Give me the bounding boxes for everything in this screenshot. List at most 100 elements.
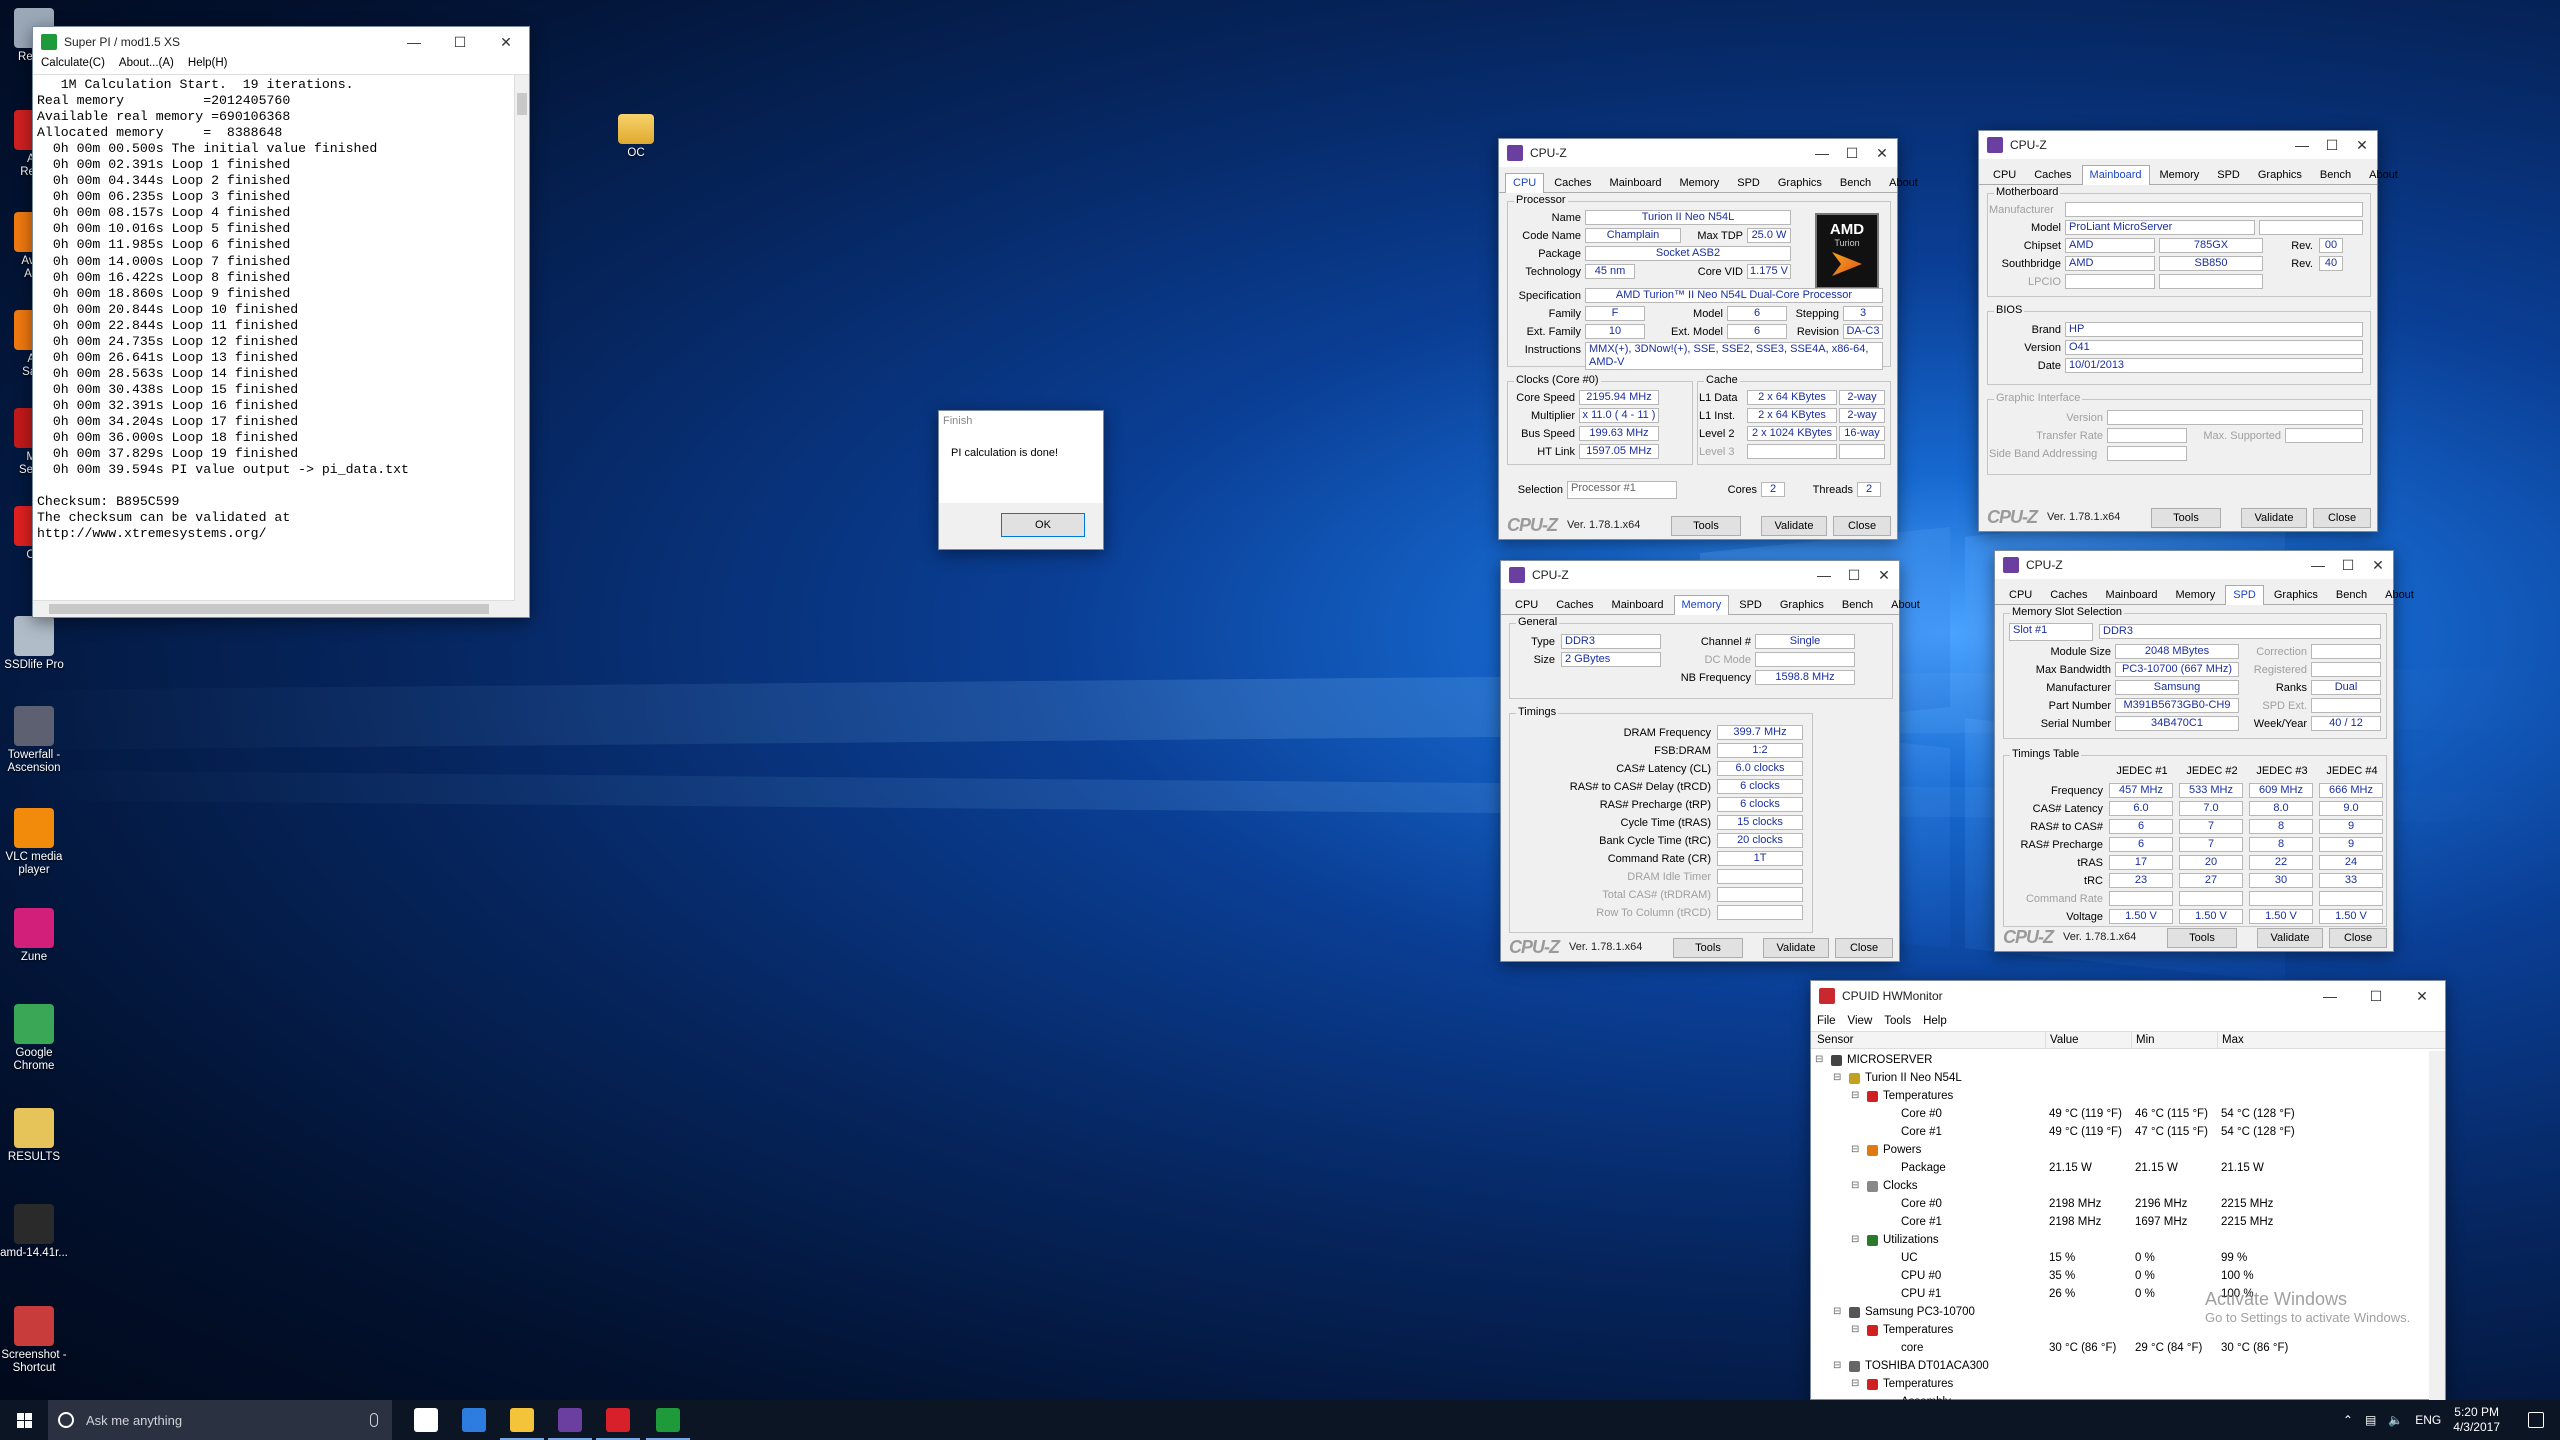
finish-titlebar[interactable]: Finish: [939, 411, 1103, 433]
expand-toggle-icon[interactable]: ⊟: [1833, 1357, 1841, 1375]
clock[interactable]: 5:20 PM 4/3/2017: [2453, 1405, 2500, 1435]
validate-button[interactable]: Validate: [2257, 928, 2323, 948]
expand-toggle-icon[interactable]: ⊟: [1851, 1087, 1859, 1105]
vertical-scrollbar[interactable]: [514, 75, 529, 601]
tab-memory[interactable]: Memory: [1673, 595, 1730, 615]
maximize-icon[interactable]: ☐: [2353, 981, 2399, 1011]
tab-graphics[interactable]: Graphics: [2250, 165, 2310, 184]
tab-memory[interactable]: Memory: [1672, 173, 1728, 192]
sensor-row[interactable]: ⊟ TOSHIBA DT01ACA300: [1811, 1357, 2431, 1375]
start-button[interactable]: [0, 1400, 48, 1440]
close-icon[interactable]: ✕: [2347, 130, 2377, 160]
tab-about[interactable]: About: [2361, 165, 2406, 184]
folder-oc-icon[interactable]: OC: [600, 110, 672, 160]
tab-cpu[interactable]: CPU: [1507, 595, 1546, 614]
desktop-shortcut[interactable]: VLC media player: [0, 808, 70, 877]
sensor-row[interactable]: ⊟ Clocks: [1811, 1177, 2431, 1195]
slot-select[interactable]: Slot #1: [2009, 623, 2093, 641]
tab-about[interactable]: About: [1883, 595, 1928, 614]
minimize-icon[interactable]: —: [1807, 138, 1837, 168]
close-icon[interactable]: ✕: [2363, 550, 2393, 580]
tab-bench[interactable]: Bench: [2312, 165, 2359, 184]
tab-spd[interactable]: SPD: [1729, 173, 1768, 192]
expand-toggle-icon[interactable]: ⊟: [1851, 1141, 1859, 1159]
sensor-row[interactable]: Core #0 49 °C (119 °F) 46 °C (115 °F) 54 °C…: [1811, 1105, 2431, 1123]
tab-cpu[interactable]: CPU: [2001, 585, 2040, 604]
menu-view[interactable]: View: [1848, 1011, 1873, 1031]
close-icon[interactable]: ✕: [483, 27, 529, 57]
tools-button[interactable]: Tools: [1673, 938, 1743, 958]
tools-button[interactable]: Tools: [2151, 508, 2221, 528]
close-icon[interactable]: ✕: [2399, 981, 2445, 1011]
expand-toggle-icon[interactable]: ⊟: [1851, 1231, 1859, 1249]
cpuz-titlebar[interactable]: CPU-Z — ☐ ✕: [1499, 139, 1897, 167]
expand-toggle-icon[interactable]: ⊟: [1851, 1321, 1859, 1339]
tab-bench[interactable]: Bench: [2328, 585, 2375, 604]
desktop-shortcut[interactable]: RESULTS: [0, 1108, 70, 1164]
minimize-icon[interactable]: —: [1809, 560, 1839, 590]
sensor-row[interactable]: ⊟ Powers: [1811, 1141, 2431, 1159]
tab-bench[interactable]: Bench: [1834, 595, 1881, 614]
expand-toggle-icon[interactable]: ⊟: [1833, 1069, 1841, 1087]
close-button[interactable]: Close: [2329, 928, 2387, 948]
tab-mainboard[interactable]: Mainboard: [1602, 173, 1670, 192]
vertical-scrollbar[interactable]: [2429, 1051, 2445, 1401]
tab-memory[interactable]: Memory: [2168, 585, 2224, 604]
tab-mainboard[interactable]: Mainboard: [1604, 595, 1672, 614]
desktop-shortcut[interactable]: Screenshot - Shortcut: [0, 1306, 70, 1375]
tab-graphics[interactable]: Graphics: [1772, 595, 1832, 614]
taskbar-app-cpuz[interactable]: [548, 1400, 592, 1440]
tools-button[interactable]: Tools: [1671, 516, 1741, 536]
network-icon[interactable]: ▤: [2365, 1413, 2376, 1427]
tab-graphics[interactable]: Graphics: [1770, 173, 1830, 192]
taskbar-app-file-explorer[interactable]: [500, 1400, 544, 1440]
menu-calculate[interactable]: Calculate(C): [41, 57, 105, 74]
sensor-row[interactable]: Core #1 2198 MHz 1697 MHz 2215 MHz: [1811, 1213, 2431, 1231]
tab-about[interactable]: About: [1881, 173, 1926, 192]
cpuz-titlebar[interactable]: CPU-Z — ☐ ✕: [1979, 131, 2377, 159]
close-button[interactable]: Close: [2313, 508, 2371, 528]
notifications-icon[interactable]: [2528, 1412, 2544, 1428]
desktop-shortcut[interactable]: Google Chrome: [0, 1004, 70, 1073]
volume-icon[interactable]: 🔈: [2388, 1413, 2403, 1427]
desktop-shortcut[interactable]: SSDlife Pro: [0, 616, 70, 672]
cpuz-titlebar[interactable]: CPU-Z — ☐ ✕: [1501, 561, 1899, 589]
language-indicator[interactable]: ENG: [2415, 1413, 2441, 1427]
cpuz-titlebar[interactable]: CPU-Z — ☐ ✕: [1995, 551, 2393, 579]
close-icon[interactable]: ✕: [1867, 138, 1897, 168]
column-value[interactable]: Value: [2045, 1032, 2079, 1049]
processor-select[interactable]: Processor #1: [1567, 481, 1677, 499]
column-max[interactable]: Max: [2217, 1032, 2244, 1049]
tab-caches[interactable]: Caches: [1546, 173, 1599, 192]
column-sensor[interactable]: Sensor: [1817, 1032, 1853, 1049]
close-button[interactable]: Close: [1835, 938, 1893, 958]
menu-help[interactable]: Help: [1923, 1011, 1947, 1031]
menu-file[interactable]: File: [1817, 1011, 1836, 1031]
sensor-row[interactable]: ⊟ Temperatures: [1811, 1087, 2431, 1105]
close-button[interactable]: Close: [1833, 516, 1891, 536]
menu-tools[interactable]: Tools: [1884, 1011, 1911, 1031]
taskbar-app-superpi-red[interactable]: [596, 1400, 640, 1440]
sensor-row[interactable]: UC 15 % 0 % 99 %: [1811, 1249, 2431, 1267]
superpi-titlebar[interactable]: Super PI / mod1.5 XS — ☐ ✕: [33, 27, 529, 57]
search-box[interactable]: Ask me anything: [48, 1400, 392, 1440]
ok-button[interactable]: OK: [1001, 513, 1085, 537]
tab-spd[interactable]: SPD: [2225, 585, 2264, 605]
menu-help[interactable]: Help(H): [188, 57, 228, 74]
minimize-icon[interactable]: —: [2303, 550, 2333, 580]
tab-memory[interactable]: Memory: [2152, 165, 2208, 184]
hscroll-thumb[interactable]: [49, 604, 489, 614]
tab-caches[interactable]: Caches: [2042, 585, 2095, 604]
sensor-row[interactable]: Core #1 49 °C (119 °F) 47 °C (115 °F) 54 °C…: [1811, 1123, 2431, 1141]
microphone-icon[interactable]: [370, 1413, 378, 1427]
menu-about[interactable]: About...(A): [119, 57, 174, 74]
chevron-up-icon[interactable]: ⌃: [2343, 1413, 2353, 1427]
taskbar-app-task-view[interactable]: [404, 1400, 448, 1440]
tab-caches[interactable]: Caches: [2026, 165, 2079, 184]
expand-toggle-icon[interactable]: ⊟: [1851, 1177, 1859, 1195]
tab-mainboard[interactable]: Mainboard: [2098, 585, 2166, 604]
validate-button[interactable]: Validate: [1763, 938, 1829, 958]
expand-toggle-icon[interactable]: ⊟: [1815, 1051, 1823, 1069]
scroll-thumb[interactable]: [517, 93, 527, 115]
sensor-row[interactable]: core 30 °C (86 °F) 29 °C (84 °F) 30 °C (86 …: [1811, 1339, 2431, 1357]
